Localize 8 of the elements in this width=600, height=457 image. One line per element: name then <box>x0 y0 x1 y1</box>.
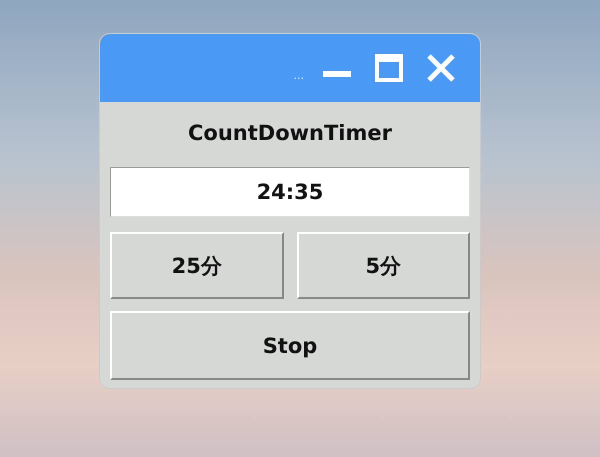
close-icon[interactable] <box>426 53 456 83</box>
preset-button[interactable]: 5分 <box>296 232 470 299</box>
app-heading: CountDownTimer <box>188 120 392 147</box>
window-title: ... <box>294 68 304 82</box>
maximize-icon[interactable] <box>374 53 404 83</box>
stop-button[interactable]: Stop <box>110 311 470 380</box>
preset-button[interactable]: 25分 <box>110 232 284 299</box>
time-display: 24:35 <box>110 167 470 217</box>
